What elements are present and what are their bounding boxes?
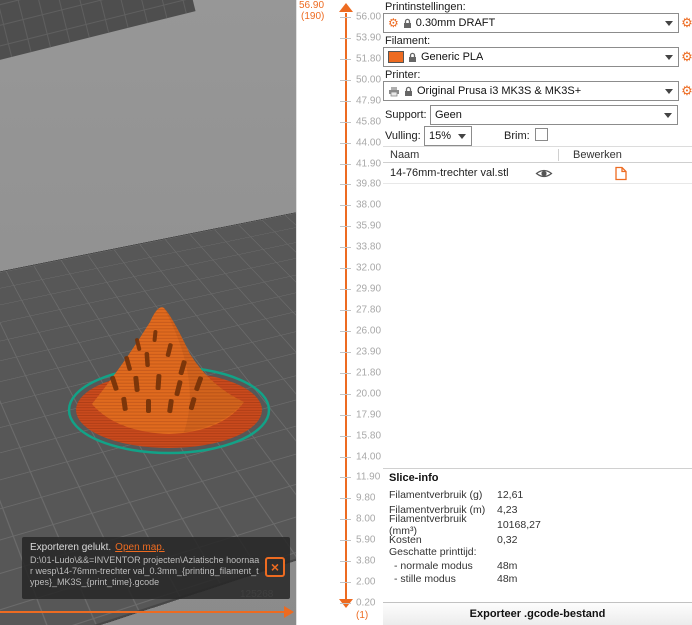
open-folder-link[interactable]: Open map.	[115, 542, 164, 553]
infill-combo[interactable]: 15%	[424, 126, 472, 146]
printer-value: Original Prusa i3 MK3S & MK3S+	[417, 85, 582, 97]
model-cone[interactable]	[52, 292, 290, 460]
preset-gear-icon: ⚙	[388, 16, 399, 30]
print-time-row: - stille modus 48m	[394, 573, 518, 586]
right-arrow-icon	[284, 606, 294, 618]
slider-top-layer: (190)	[301, 11, 325, 22]
print-bed-far-edge	[0, 0, 196, 67]
table-row[interactable]: 14-76mm-trechter val.stl	[383, 163, 692, 184]
export-path: D:\01-Ludo\&&=INVENTOR projecten\Aziatis…	[30, 555, 260, 587]
print-settings-value: 0.30mm DRAFT	[415, 17, 496, 29]
object-table-header: Naam Bewerken	[383, 146, 692, 163]
lock-icon	[409, 52, 416, 62]
layer-slider-strip	[296, 0, 383, 625]
print-time-row: - normale modus 48m	[394, 559, 518, 572]
print-time-title: Geschatte printtijd:	[389, 546, 477, 558]
filament-gear-icon[interactable]: ⚙	[680, 49, 692, 65]
slider-down-arrow-icon[interactable]	[339, 599, 353, 608]
slice-info-divider	[383, 468, 692, 469]
print-settings-combo[interactable]: ⚙ 0.30mm DRAFT	[383, 13, 679, 33]
support-combo[interactable]: Geen	[430, 105, 678, 125]
filament-combo[interactable]: Generic PLA	[383, 47, 679, 67]
lock-icon	[405, 86, 412, 96]
slice-info-row: Kosten 0,32	[389, 533, 518, 546]
printer-label: Printer:	[385, 69, 421, 81]
lock-icon	[403, 18, 411, 28]
chevron-down-icon	[664, 112, 672, 118]
toast-message: Exporteren gelukt. Open map.	[30, 542, 260, 553]
infill-label: Vulling:	[385, 130, 421, 142]
toast-text: Exporteren gelukt.	[30, 542, 112, 553]
viewport-3d[interactable]: 125268 Exporteren gelukt.Open map. D:\01…	[0, 0, 296, 625]
chevron-down-icon	[665, 20, 673, 26]
horizontal-ruler-line	[0, 611, 284, 613]
chevron-down-icon	[665, 88, 673, 94]
print-settings-label: Printinstellingen:	[385, 1, 466, 13]
print-time-rows: - normale modus 48m - stille modus 48m	[394, 559, 686, 586]
export-toast: Exporteren gelukt. Open map. D:\01-Ludo\&…	[22, 537, 290, 599]
slice-info-row: Filamentverbruik (mm³) 10168,27	[389, 512, 541, 537]
printer-combo[interactable]: Original Prusa i3 MK3S & MK3S+	[383, 81, 679, 101]
printer-gear-icon[interactable]: ⚙	[680, 83, 692, 99]
slider-top-value: 56.90	[299, 0, 325, 11]
object-file-name: 14-76mm-trechter val.stl	[390, 167, 509, 179]
eye-icon[interactable]	[535, 167, 553, 180]
slice-info-title: Slice-info	[389, 472, 439, 484]
slice-info-rows: Filamentverbruik (g) 12,61 Filamentverbrui…	[389, 487, 687, 547]
brim-checkbox[interactable]	[535, 128, 548, 141]
support-value: Geen	[435, 109, 462, 121]
brim-label: Brim:	[504, 130, 530, 142]
support-label: Support:	[385, 109, 427, 121]
slider-bottom-layer: (1)	[356, 610, 369, 621]
chevron-down-icon	[665, 54, 673, 60]
print-settings-gear-icon[interactable]: ⚙	[680, 15, 692, 31]
infill-value: 15%	[429, 130, 452, 142]
column-edit: Bewerken	[573, 149, 622, 161]
column-name: Naam	[390, 149, 420, 161]
slider-up-arrow-icon[interactable]	[339, 3, 353, 12]
edit-document-icon[interactable]	[614, 166, 628, 181]
printer-icon	[389, 86, 399, 96]
export-gcode-button[interactable]: Exporteer .gcode-bestand	[383, 602, 692, 625]
close-icon[interactable]: ×	[265, 557, 285, 577]
filament-color-swatch	[388, 51, 404, 63]
layer-slider[interactable]	[345, 13, 347, 599]
slice-info-row: Filamentverbruik (g) 12,61	[389, 488, 524, 501]
filament-value: Generic PLA	[421, 51, 484, 63]
chevron-down-icon	[458, 133, 466, 139]
column-divider	[558, 149, 559, 161]
filament-label: Filament:	[385, 35, 431, 47]
